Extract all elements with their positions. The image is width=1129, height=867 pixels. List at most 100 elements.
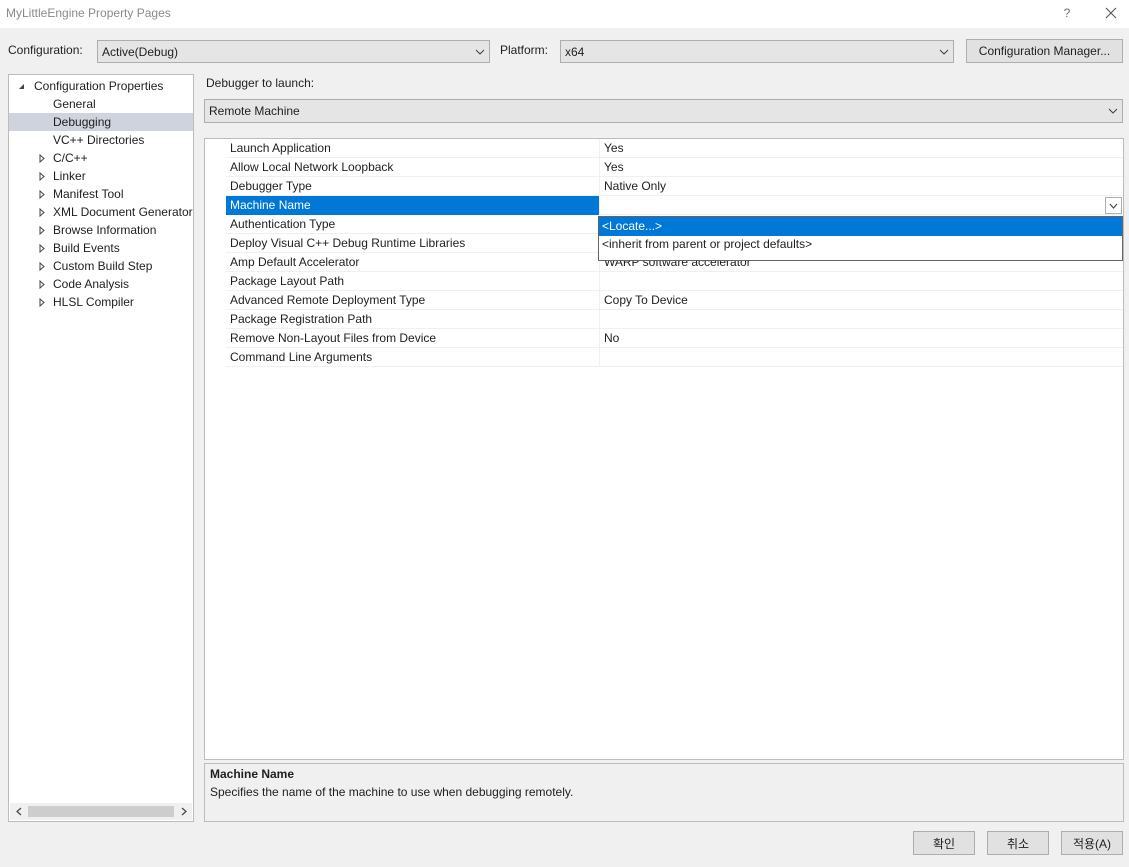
row-gutter: [205, 348, 226, 367]
tree-item-code-analysis[interactable]: Code Analysis: [9, 275, 193, 293]
property-name: Debugger Type: [230, 179, 312, 193]
property-row-advanced-remote-deployment-type[interactable]: Advanced Remote Deployment Type Copy To …: [205, 291, 1123, 310]
row-gutter: [205, 158, 226, 177]
tree-item-debugging[interactable]: Debugging: [9, 113, 193, 131]
collapsed-arrow-icon[interactable]: [37, 293, 47, 311]
tree-item-label: HLSL Compiler: [53, 295, 134, 309]
collapsed-arrow-icon[interactable]: [37, 203, 47, 221]
cancel-button[interactable]: 취소: [987, 831, 1049, 855]
debugger-label: Debugger to launch:: [206, 76, 315, 90]
row-gutter: [205, 234, 226, 253]
collapsed-arrow-icon[interactable]: [37, 185, 47, 203]
property-row-allow-local-network-loopback[interactable]: Allow Local Network Loopback Yes: [205, 158, 1123, 177]
tree-item-label: Configuration Properties: [34, 79, 164, 93]
row-gutter: [205, 196, 226, 215]
tree-item-linker[interactable]: Linker: [9, 167, 193, 185]
property-value[interactable]: Copy To Device: [599, 291, 1123, 310]
tree-item-custom-build-step[interactable]: Custom Build Step: [9, 257, 193, 275]
chevron-down-icon: [1104, 100, 1122, 122]
row-gutter: [205, 177, 226, 196]
debugger-value: Remote Machine: [209, 104, 300, 118]
tree-item-c-cpp[interactable]: C/C++: [9, 149, 193, 167]
tree-item-manifest-tool[interactable]: Manifest Tool: [9, 185, 193, 203]
ok-button[interactable]: 확인: [913, 831, 975, 855]
property-value[interactable]: Native Only: [599, 177, 1123, 196]
close-icon: [1105, 7, 1117, 19]
property-row-launch-application[interactable]: Launch Application Yes: [205, 139, 1123, 158]
expanded-arrow-icon[interactable]: [16, 77, 26, 95]
property-name: Package Layout Path: [230, 274, 345, 288]
debugger-select[interactable]: Remote Machine: [204, 99, 1123, 123]
tree-item-general[interactable]: General: [9, 95, 193, 113]
property-row-debugger-type[interactable]: Debugger Type Native Only: [205, 177, 1123, 196]
collapsed-arrow-icon[interactable]: [37, 239, 47, 257]
tree-item-label: VC++ Directories: [53, 133, 145, 147]
scroll-left-icon[interactable]: [10, 803, 27, 820]
property-name: Advanced Remote Deployment Type: [230, 293, 426, 307]
tree-item-label: Code Analysis: [53, 277, 130, 291]
property-name: Amp Default Accelerator: [230, 255, 360, 269]
tree-item-vc-directories[interactable]: VC++ Directories: [9, 131, 193, 149]
row-gutter: [205, 139, 226, 158]
property-value[interactable]: [599, 310, 1123, 329]
help-button[interactable]: ?: [1055, 2, 1079, 24]
property-row-command-line-arguments[interactable]: Command Line Arguments: [205, 348, 1123, 367]
scroll-right-icon[interactable]: [175, 803, 192, 820]
property-name: Machine Name: [226, 196, 599, 215]
description-text: Specifies the name of the machine to use…: [210, 785, 574, 799]
dropdown-option-locate[interactable]: <Locate...>: [599, 217, 1122, 236]
machine-name-dropdown-button[interactable]: [1105, 197, 1122, 214]
platform-select[interactable]: x64: [560, 40, 954, 63]
tree-item-label: XML Document Generator: [53, 205, 193, 219]
tree-item-browse-information[interactable]: Browse Information: [9, 221, 193, 239]
property-name: Allow Local Network Loopback: [230, 160, 394, 174]
scrollbar-thumb[interactable]: [28, 806, 174, 817]
property-value[interactable]: [599, 272, 1123, 291]
chevron-down-icon: [471, 41, 489, 62]
tree-item-label: Browse Information: [53, 223, 157, 237]
property-row-machine-name[interactable]: Machine Name: [205, 196, 1123, 215]
title-bar: MyLittleEngine Property Pages ?: [0, 0, 1129, 28]
tree-item-label: Custom Build Step: [53, 259, 153, 273]
tree-item-label: Linker: [53, 169, 86, 183]
property-row-package-registration-path[interactable]: Package Registration Path: [205, 310, 1123, 329]
close-button[interactable]: [1096, 2, 1126, 24]
platform-value: x64: [565, 44, 585, 59]
description-panel: Machine Name Specifies the name of the m…: [204, 763, 1124, 822]
tree-item-label: Debugging: [53, 115, 112, 129]
configuration-value: Active(Debug): [102, 44, 179, 59]
property-row-remove-non-layout-files[interactable]: Remove Non-Layout Files from Device No: [205, 329, 1123, 348]
dropdown-option-inherit[interactable]: <inherit from parent or project defaults…: [599, 235, 1122, 254]
collapsed-arrow-icon[interactable]: [37, 221, 47, 239]
property-row-package-layout-path[interactable]: Package Layout Path: [205, 272, 1123, 291]
property-name: Launch Application: [230, 141, 331, 155]
property-value[interactable]: No: [599, 329, 1123, 348]
tree-item-label: Build Events: [53, 241, 120, 255]
row-gutter: [205, 253, 226, 272]
tree-item-hlsl-compiler[interactable]: HLSL Compiler: [9, 293, 193, 311]
machine-name-input[interactable]: [599, 196, 1123, 215]
collapsed-arrow-icon[interactable]: [37, 257, 47, 275]
configuration-manager-button[interactable]: Configuration Manager...: [966, 39, 1123, 63]
row-gutter: [205, 329, 226, 348]
property-value[interactable]: Yes: [599, 158, 1123, 177]
property-value[interactable]: Yes: [599, 139, 1123, 158]
tree-horizontal-scrollbar[interactable]: [10, 803, 192, 820]
machine-name-dropdown-list: <Locate...> <inherit from parent or proj…: [598, 216, 1123, 261]
tree-item-configuration-properties[interactable]: Configuration Properties: [9, 77, 193, 95]
apply-button[interactable]: 적용(A): [1061, 831, 1123, 855]
property-name: Command Line Arguments: [230, 350, 373, 364]
tree-item-build-events[interactable]: Build Events: [9, 239, 193, 257]
collapsed-arrow-icon[interactable]: [37, 275, 47, 293]
row-gutter: [205, 310, 226, 329]
tree-item-label: General: [53, 97, 96, 111]
property-value[interactable]: [599, 348, 1123, 367]
configuration-select[interactable]: Active(Debug): [97, 40, 490, 63]
tree-item-xml-document-generator[interactable]: XML Document Generator: [9, 203, 193, 221]
tree-item-label: Manifest Tool: [53, 187, 124, 201]
property-tree[interactable]: Configuration Properties General Debuggi…: [8, 74, 194, 822]
property-name: Remove Non-Layout Files from Device: [230, 331, 437, 345]
collapsed-arrow-icon[interactable]: [37, 167, 47, 185]
property-name: Deploy Visual C++ Debug Runtime Librarie…: [230, 236, 466, 250]
collapsed-arrow-icon[interactable]: [37, 149, 47, 167]
